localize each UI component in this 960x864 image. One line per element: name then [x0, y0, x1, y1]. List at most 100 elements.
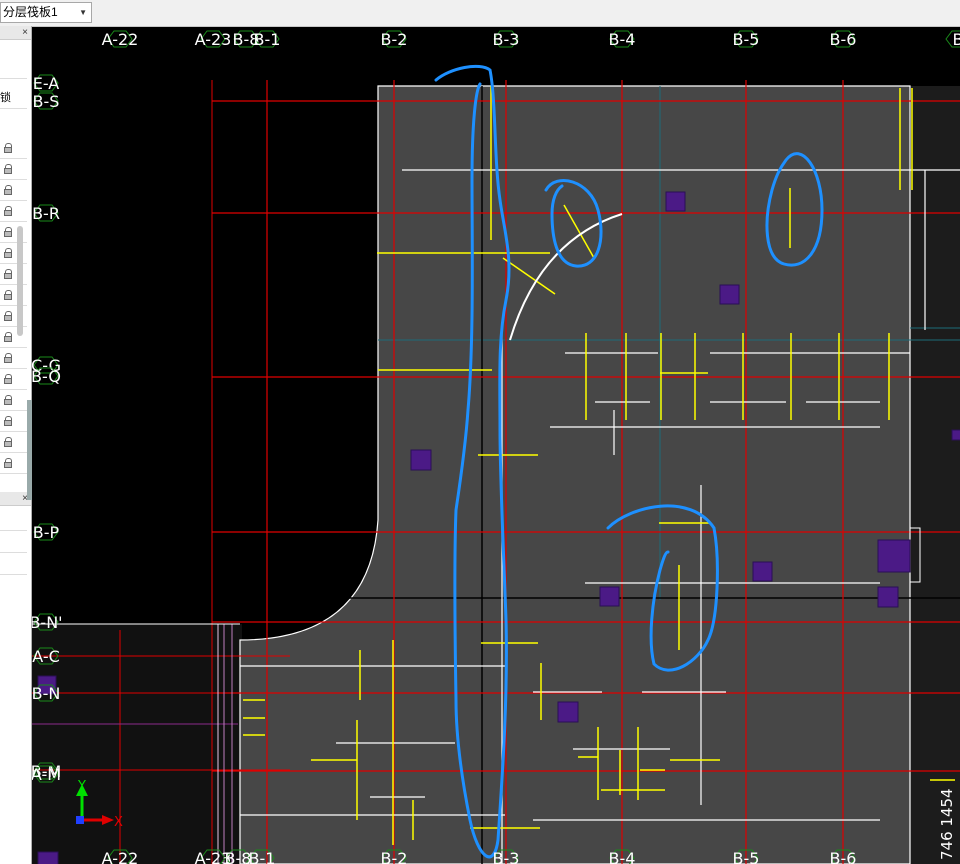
grid-label: B-1	[249, 849, 276, 864]
lock-icon[interactable]	[4, 395, 13, 405]
column	[877, 586, 899, 608]
x-axis-label: X	[114, 815, 123, 830]
lock-icon[interactable]	[4, 185, 13, 195]
grid-label: B	[945, 30, 960, 49]
layer-row[interactable]	[0, 390, 27, 411]
raft-slab[interactable]	[239, 85, 911, 864]
column	[719, 284, 740, 305]
grid-label: B-8	[225, 849, 251, 864]
lock-icon[interactable]	[4, 437, 13, 447]
column	[557, 701, 579, 723]
grid-label-text: A-23	[195, 30, 232, 49]
grid-label-text: B-Q	[32, 367, 61, 386]
layer-dropdown[interactable]: 分层筏板1 ▼	[0, 2, 92, 23]
grid-label-text: B	[953, 30, 960, 49]
grid-label-text: A-M	[32, 765, 61, 784]
y-axis-label: Y	[77, 779, 86, 794]
grid-label-text: B-6	[830, 30, 857, 49]
column	[599, 586, 620, 607]
grid-label-text: B-5	[733, 849, 760, 864]
layer-row[interactable]	[0, 180, 27, 201]
column	[951, 429, 960, 441]
lock-icon[interactable]	[4, 416, 13, 426]
grid-label: B-4	[609, 30, 636, 49]
adjacent-slab-region	[910, 86, 960, 864]
layer-row[interactable]	[0, 159, 27, 180]
layer-dropdown-value: 分层筏板1	[3, 5, 58, 19]
lock-icon[interactable]	[4, 143, 13, 153]
column	[37, 851, 59, 864]
grid-label: B-2	[381, 849, 407, 864]
grid-label-text: B-6	[830, 849, 857, 864]
column	[410, 449, 432, 471]
layer-row[interactable]	[0, 411, 27, 432]
grid-label-text: A-22	[102, 30, 139, 49]
panel-row[interactable]	[0, 510, 27, 531]
grid-label: B-N	[32, 684, 60, 703]
scrollbar[interactable]	[17, 226, 23, 336]
grid-label-text: B-N'	[32, 613, 63, 632]
dimension-text: 746 1454	[938, 788, 956, 860]
grid-label: A-C	[32, 647, 60, 666]
panel-header-top: ×	[0, 26, 31, 40]
cad-drawing-canvas[interactable]: Y X A-22 A-23 B-8B-1 B-2 B-3 B-4 B-5 B-6 B A-22 A-…	[32, 26, 960, 864]
layer-row[interactable]	[0, 348, 27, 369]
lock-icon[interactable]	[4, 164, 13, 174]
layer-row[interactable]	[0, 369, 27, 390]
grid-label: B-5	[733, 30, 760, 49]
grid-label-text: A-C	[32, 647, 60, 666]
layer-row[interactable]	[0, 138, 27, 159]
lock-icon[interactable]	[4, 332, 13, 342]
grid-label-text: B-3	[493, 30, 520, 49]
grid-label: E-A	[33, 74, 60, 93]
grid-label-text: B-2	[381, 30, 408, 49]
chevron-down-icon[interactable]: ▼	[79, 3, 87, 22]
grid-label: A-22	[102, 849, 139, 864]
column	[665, 191, 686, 212]
lock-icon[interactable]	[4, 458, 13, 468]
grid-label: B-R	[32, 204, 60, 223]
grid-label-text: B-4	[609, 30, 636, 49]
grid-label-text: B-1	[249, 849, 276, 864]
grid-label: B-5	[733, 849, 760, 864]
lock-icon[interactable]	[4, 311, 13, 321]
grid-label: B-2	[381, 30, 408, 49]
panel-row[interactable]: 锁	[0, 88, 27, 109]
layer-row[interactable]	[0, 201, 27, 222]
lock-icon[interactable]	[4, 206, 13, 216]
grid-label-text: B-S	[33, 92, 60, 111]
grid-label: A-23	[195, 30, 232, 49]
column	[752, 561, 773, 582]
grid-label: B-6	[830, 849, 857, 864]
layer-row[interactable]	[0, 453, 27, 474]
layer-row[interactable]	[0, 432, 27, 453]
lock-icon[interactable]	[4, 353, 13, 363]
lock-icon[interactable]	[4, 248, 13, 258]
panel-row[interactable]	[0, 532, 27, 553]
lock-icon[interactable]	[4, 374, 13, 384]
grid-label-text: B-N	[32, 684, 60, 703]
grid-label-text: B-5	[733, 30, 760, 49]
grid-label-text: B-P	[33, 523, 60, 542]
grid-label-text: B-3	[493, 849, 520, 864]
grid-label: B-N'	[32, 613, 63, 632]
close-icon[interactable]: ×	[22, 27, 28, 38]
grid-label: B-3	[493, 30, 520, 49]
adjacent-slab-region	[32, 624, 242, 864]
grid-label: B-P	[33, 523, 60, 542]
grid-label-text: A-22	[102, 849, 139, 864]
grid-label: B-4	[609, 849, 636, 864]
lock-icon[interactable]	[4, 227, 13, 237]
grid-label: B-Q	[32, 367, 61, 386]
grid-label: B-6	[830, 30, 857, 49]
panel-row-label: 锁	[0, 92, 11, 104]
panel-row[interactable]	[0, 58, 27, 79]
grid-label: B-3	[493, 849, 520, 864]
grid-label-text: E-A	[33, 74, 60, 93]
grid-label-text: B-4	[609, 849, 636, 864]
grid-label: B-S	[33, 92, 60, 111]
panel-row[interactable]	[0, 554, 27, 575]
grid-label: A-22	[102, 30, 139, 49]
lock-icon[interactable]	[4, 290, 13, 300]
lock-icon[interactable]	[4, 269, 13, 279]
